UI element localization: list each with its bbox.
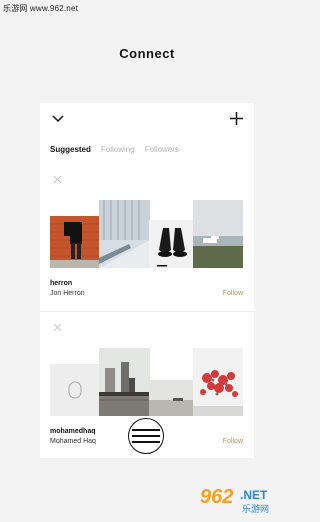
follow-button[interactable]: Follow bbox=[223, 290, 243, 297]
plus-icon[interactable] bbox=[230, 112, 243, 125]
close-icon[interactable] bbox=[54, 324, 61, 331]
photo-thumbnail[interactable] bbox=[99, 200, 150, 268]
menu-line bbox=[132, 441, 160, 443]
photo-thumbnail[interactable] bbox=[50, 364, 100, 416]
suggestion-fullname: Mohamed Haq bbox=[50, 438, 96, 445]
menu-line bbox=[132, 435, 160, 437]
suggestion-username[interactable]: herron bbox=[50, 280, 72, 287]
tab-followers[interactable]: Followers bbox=[145, 145, 179, 154]
follow-button[interactable]: Follow bbox=[223, 438, 243, 445]
photo-thumbnail[interactable] bbox=[193, 348, 243, 416]
suggestion-fullname: Jon Herron bbox=[50, 290, 85, 297]
photo-thumbnail[interactable] bbox=[50, 216, 100, 268]
watermark-logo: 962 .NET 乐游网 bbox=[198, 484, 290, 518]
menu-lines-icon bbox=[132, 429, 160, 431]
watermark-domain: .NET bbox=[240, 488, 268, 502]
watermark-number: 962 bbox=[200, 486, 234, 508]
tab-following[interactable]: Following bbox=[101, 145, 135, 154]
menu-button[interactable] bbox=[128, 418, 164, 454]
photo-thumbnail[interactable] bbox=[149, 220, 195, 268]
page-title: Connect bbox=[119, 46, 175, 61]
watermark-cn: 乐游网 bbox=[242, 504, 270, 514]
tab-suggested[interactable]: Suggested bbox=[50, 145, 91, 154]
tab-bar: Suggested Following Followers bbox=[50, 145, 179, 154]
watermark-top: 乐游网 www.962.net bbox=[3, 4, 79, 13]
suggestion-username[interactable]: mohamedhaq bbox=[50, 428, 96, 435]
close-icon[interactable] bbox=[54, 176, 61, 183]
photo-strip bbox=[50, 346, 243, 416]
photo-thumbnail[interactable] bbox=[149, 380, 195, 416]
connect-card: Suggested Following Followers herron Jon… bbox=[40, 103, 254, 458]
photo-thumbnail[interactable] bbox=[193, 200, 243, 268]
photo-thumbnail[interactable] bbox=[99, 348, 150, 416]
photo-strip bbox=[50, 198, 243, 268]
chevron-down-icon[interactable] bbox=[52, 114, 64, 124]
divider bbox=[40, 311, 254, 312]
card-header bbox=[40, 103, 254, 139]
